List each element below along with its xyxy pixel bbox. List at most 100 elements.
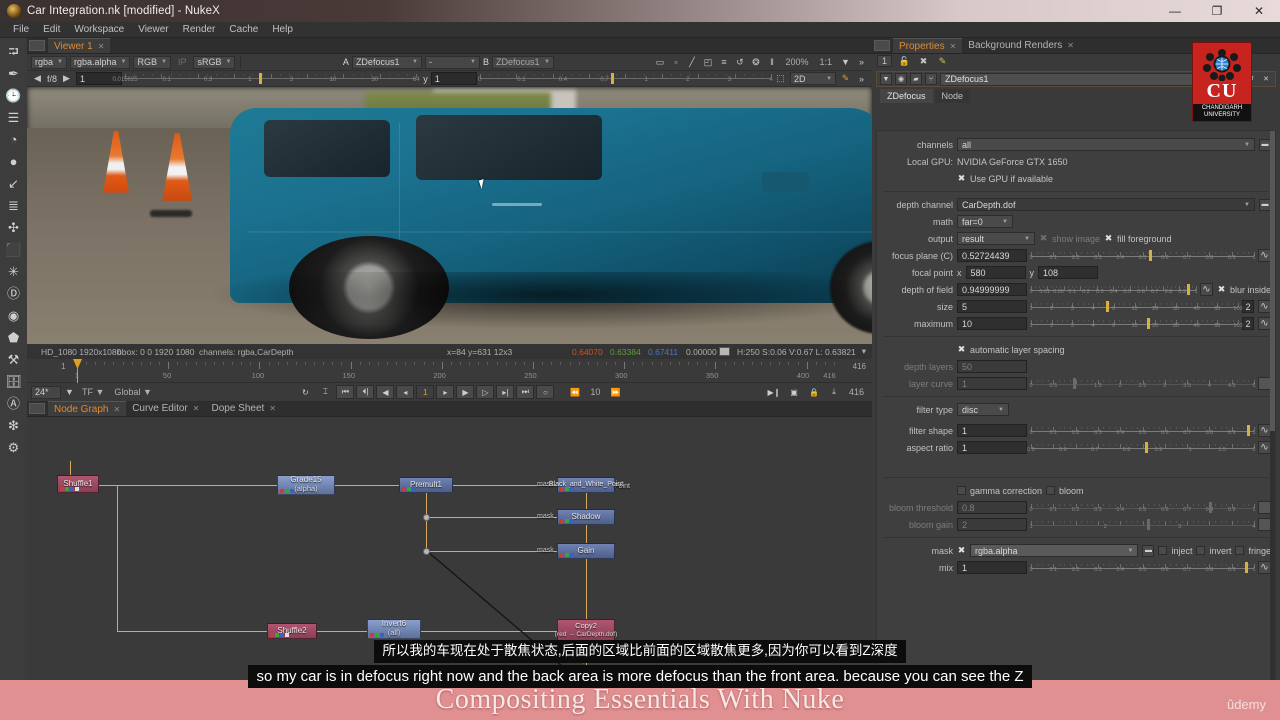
menu-render[interactable]: Render xyxy=(176,24,223,35)
last-frame-icon[interactable]: ⏭ xyxy=(516,385,535,399)
fps-dropdown[interactable]: 24* xyxy=(31,385,61,399)
focal-point-y-input[interactable]: 108 xyxy=(1038,266,1098,279)
gamma-correction-checkbox[interactable] xyxy=(957,486,966,495)
prev-keyframe-icon[interactable]: ⏴| xyxy=(356,385,375,399)
view-mode-dropdown[interactable]: 2D ▼ xyxy=(790,72,837,85)
properties-scrollbar[interactable] xyxy=(1270,131,1275,715)
set-in-icon[interactable]: ⌶ xyxy=(316,385,334,399)
frame-increment[interactable]: 10 xyxy=(586,387,604,397)
row-mask[interactable]: mask ✖ rgba.alpha ▼ ▬ inject invert frin… xyxy=(881,543,1271,558)
play-reverse-icon[interactable]: ◀ xyxy=(376,385,395,399)
viewer-toolbar-row2[interactable]: ◀ f/8 ▶ 1 0.015625 0.1 0.3 1 3 10 30 64 y 1 0 0.… xyxy=(27,71,872,87)
row-focus-plane[interactable]: focus plane (C) 0.52724439 0 0.1 0.2 0.3 0.4… xyxy=(881,248,1271,263)
input-b-dropdown[interactable]: ZDefocus1 ▼ xyxy=(491,55,554,69)
menu-cache[interactable]: Cache xyxy=(222,24,265,35)
tab-background-renders[interactable]: Background Renders ✕ xyxy=(962,38,1080,53)
layers-icon[interactable]: ≣ xyxy=(3,195,25,216)
roi-icon[interactable]: ⬚ xyxy=(774,72,787,85)
gamma-slider[interactable]: 0 0.1 0.4 0.7 1 2 3 4 xyxy=(478,72,773,85)
mask-menu-button[interactable]: ▬ xyxy=(1142,544,1155,557)
ruler-track[interactable]: 150100150200250300350400416 xyxy=(73,359,836,383)
particle-icon[interactable]: ✳ xyxy=(3,261,25,282)
node-shadow[interactable]: Shadow xyxy=(557,509,615,525)
chevron-down-icon[interactable]: ▼ xyxy=(63,386,76,399)
tab-properties[interactable]: Properties ✕ xyxy=(893,38,963,53)
overflow-chevron-icon[interactable]: » xyxy=(855,56,868,69)
row-depth-channel[interactable]: depth channel CarDepth.dof ▼ ▬ xyxy=(881,197,1271,212)
chevron-down-icon[interactable]: ▾ xyxy=(862,346,866,357)
depth-of-field-curve-button[interactable]: ∿ xyxy=(1199,283,1213,296)
filter-type-dropdown[interactable]: disc ▼ xyxy=(957,403,1009,416)
row-channels[interactable]: channels all ▼ ▬ xyxy=(881,137,1271,152)
next-keyframe-icon[interactable]: ▸| xyxy=(496,385,515,399)
aspect-ratio-label[interactable]: 1:1 xyxy=(815,57,836,67)
mask-checkbox[interactable]: ✖ xyxy=(957,545,966,555)
row-filter-type[interactable]: filter type disc ▼ xyxy=(881,402,1271,417)
maximum-input[interactable]: 10 xyxy=(957,317,1027,330)
scrollbar-thumb[interactable] xyxy=(1270,131,1275,431)
window-controls[interactable]: — ❐ ✕ xyxy=(1154,0,1280,22)
time-icon[interactable]: 🕒 xyxy=(3,85,25,106)
properties-count[interactable]: 1 xyxy=(877,55,893,67)
ip-toggle[interactable]: IP xyxy=(174,57,191,67)
nodegraph-tabstrip[interactable]: Node Graph ✕ Curve Editor ✕ Dope Sheet ✕ xyxy=(27,401,872,417)
first-frame-icon[interactable]: ⏮ xyxy=(336,385,355,399)
panel-grip-icon[interactable] xyxy=(29,40,45,51)
invert-checkbox[interactable] xyxy=(1196,546,1206,555)
pause-icon[interactable]: ‖ xyxy=(765,56,778,69)
node-tab-node[interactable]: Node xyxy=(934,89,971,103)
channels-dropdown[interactable]: all ▼ xyxy=(957,138,1255,151)
circle-icon[interactable]: ● xyxy=(3,151,25,172)
paint-icon[interactable]: ✎ xyxy=(839,72,852,85)
sync-dropdown[interactable]: Global ▼ xyxy=(110,387,155,397)
lock-icon[interactable]: 🔒 xyxy=(805,385,823,399)
maximum-multiplier[interactable]: 2 xyxy=(1242,317,1254,330)
node-black-and-white-point[interactable]: Black_and_White_Point xyxy=(549,477,623,493)
drawer-icon[interactable]: 🗄 xyxy=(3,371,25,392)
stop-icon[interactable]: ○ xyxy=(536,385,555,399)
node-name-field[interactable]: ZDefocus1 xyxy=(940,72,1197,86)
viewer-tabstrip[interactable]: Viewer 1 ✕ xyxy=(27,38,872,54)
row-use-gpu[interactable]: ✖ Use GPU if available xyxy=(881,171,1271,186)
node-premult1[interactable]: Premult1 xyxy=(399,477,453,493)
menu-edit[interactable]: Edit xyxy=(36,24,67,35)
mix-input[interactable]: 1 xyxy=(957,561,1027,574)
arrow-corner-icon[interactable]: ↙ xyxy=(3,173,25,194)
menu-file[interactable]: File xyxy=(6,24,36,35)
focus-plane-input[interactable]: 0.52724439 xyxy=(957,249,1027,262)
gain-next-icon[interactable]: ▶ xyxy=(60,72,73,85)
auto-layer-spacing-checkbox[interactable]: ✖ xyxy=(957,344,966,354)
blend-dropdown[interactable]: - ▼ xyxy=(424,55,480,69)
aspect-ratio-slider[interactable]: 0.5 0.6 0.7 0.8 0.9 1 1.5 2 xyxy=(1027,441,1256,454)
tab-dope-sheet[interactable]: Dope Sheet ✕ xyxy=(205,401,282,416)
node-shuffle1[interactable]: Shuffle1 xyxy=(57,475,99,493)
menubar[interactable]: File Edit Workspace Viewer Render Cache … xyxy=(0,22,1280,38)
import-icon[interactable]: ⮒ xyxy=(3,41,25,62)
layer-dropdown[interactable]: rgba.alpha ▼ xyxy=(69,55,131,69)
depth-of-field-slider[interactable]: 0 0.01 0.05 0.1 0.2 0.3 0.4 0.5 0.6 0.7 0.8 0.9 1 xyxy=(1029,283,1198,296)
size-input[interactable]: 5 xyxy=(957,300,1027,313)
shape-icon[interactable]: ⬟ xyxy=(3,327,25,348)
compare-icon[interactable]: ◰ xyxy=(701,56,714,69)
pen-icon[interactable]: ✒ xyxy=(3,63,25,84)
gain-prev-icon[interactable]: ◀ xyxy=(31,72,44,85)
inject-checkbox[interactable] xyxy=(1158,546,1168,555)
tools-icon[interactable]: ⚒ xyxy=(3,349,25,370)
tab-curve-editor-close-icon[interactable]: ✕ xyxy=(193,404,200,413)
tab-dope-sheet-close-icon[interactable]: ✕ xyxy=(269,404,276,413)
proxy-icon[interactable]: ▭ xyxy=(653,56,666,69)
tab-background-renders-close-icon[interactable]: ✕ xyxy=(1067,41,1074,50)
fringe-checkbox[interactable] xyxy=(1235,546,1245,555)
tab-viewer1[interactable]: Viewer 1 ✕ xyxy=(48,38,111,53)
menu-workspace[interactable]: Workspace xyxy=(67,24,131,35)
input-a-dropdown[interactable]: ZDefocus1 ▼ xyxy=(351,55,422,69)
node-invert6[interactable]: Invert6 (all) xyxy=(367,619,421,639)
loop-icon[interactable]: ↻ xyxy=(296,385,314,399)
transform-icon[interactable]: ✣ xyxy=(3,217,25,238)
use-gpu-checkbox[interactable]: ✖ xyxy=(957,173,966,183)
display-dropdown[interactable]: RGB ▼ xyxy=(133,55,171,69)
size-slider[interactable]: 1 2 3 4 6 10 20 30 40 60 100 xyxy=(1029,300,1243,313)
tab-properties-close-icon[interactable]: ✕ xyxy=(950,42,957,51)
target-icon[interactable]: ◉ xyxy=(895,73,907,85)
at-icon[interactable]: Ⓐ xyxy=(3,393,25,414)
